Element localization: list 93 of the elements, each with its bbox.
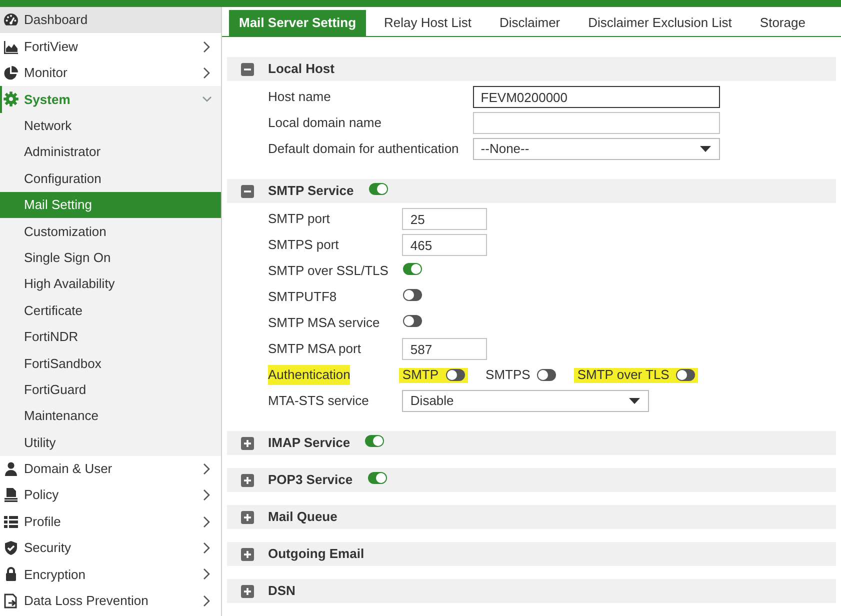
chevron-right-icon (203, 594, 210, 607)
sidebar-item[interactable]: Profile (0, 508, 221, 535)
option-label: SMTP (402, 366, 439, 384)
section-title: Local Host (268, 60, 334, 78)
toggle-switch[interactable] (368, 183, 388, 195)
field-label: SMTP over SSL/TLS (268, 262, 388, 280)
chevron-right-icon (203, 542, 210, 554)
field-label: MTA-STS service (268, 392, 369, 410)
tab[interactable]: Disclaimer (489, 10, 570, 36)
field-label: Authentication (268, 365, 350, 385)
field-label: SMTP port (268, 210, 330, 228)
sidebar-item[interactable]: Customization (0, 218, 221, 245)
person-icon (3, 460, 19, 477)
option-label: SMTP over TLS (577, 366, 670, 384)
chevron-right-icon (203, 462, 210, 475)
list-icon (3, 514, 19, 530)
caret-icon (700, 146, 711, 152)
sidebar-item[interactable]: Dashboard (0, 7, 221, 34)
gear-icon (3, 91, 19, 108)
section-title: POP3 Service (268, 471, 353, 490)
sidebar-item[interactable]: System (0, 86, 221, 113)
sidebar-item[interactable]: Security (0, 534, 221, 562)
section-title: IMAP Service (268, 434, 350, 452)
number-field[interactable]: 587 (402, 338, 488, 360)
field-label: SMTPS port (268, 236, 339, 254)
minus-icon[interactable] (241, 184, 254, 198)
dropdown[interactable]: Disable (402, 390, 650, 412)
tab[interactable]: Storage (750, 10, 816, 36)
plus-icon[interactable] (241, 584, 254, 598)
sidebar-item[interactable]: Single Sign On (0, 244, 221, 271)
document-arrow-icon (3, 592, 19, 609)
sidebar-item[interactable]: FortiGuard (0, 376, 221, 403)
toggle-switch[interactable] (403, 263, 422, 275)
sidebar-item[interactable]: Policy (0, 482, 221, 508)
section-title: SMTP Service (268, 182, 354, 200)
sidebar-item[interactable]: Data Loss Prevention (0, 588, 221, 614)
chevron-right-icon (203, 40, 210, 53)
sidebar-item[interactable]: Mail Setting (0, 192, 221, 218)
sidebar-item[interactable]: FortiSandbox (0, 350, 221, 376)
toggle-switch[interactable] (446, 369, 465, 381)
field-label: Default domain for authentication (268, 140, 459, 158)
plus-icon[interactable] (241, 436, 254, 450)
text-field[interactable]: FEVM0200000 (472, 86, 720, 108)
toggle-switch[interactable] (676, 369, 696, 381)
sidebar-item[interactable]: Encryption (0, 561, 221, 588)
chevron-down-icon (202, 96, 212, 102)
number-field[interactable]: 465 (402, 234, 488, 256)
tab[interactable]: Mail Server Setting (229, 10, 366, 36)
caret-icon (629, 398, 640, 404)
area-chart-icon (3, 38, 19, 55)
sidebar-item[interactable]: FortiView (0, 33, 221, 60)
minus-icon[interactable] (241, 62, 254, 76)
sidebar-item[interactable]: Monitor (0, 60, 221, 86)
dropdown[interactable]: --None-- (472, 138, 720, 160)
document-icon (3, 487, 19, 504)
sidebar-item[interactable]: Maintenance (0, 402, 221, 430)
sidebar-item[interactable]: Administrator (0, 138, 221, 166)
gauge-icon (3, 12, 19, 28)
text-field[interactable] (472, 112, 720, 134)
sidebar-item[interactable]: High Availability (0, 270, 221, 298)
toggle-switch[interactable] (368, 472, 387, 484)
plus-icon[interactable] (241, 474, 254, 486)
plus-icon[interactable] (241, 510, 254, 524)
field-label: Host name (268, 88, 331, 106)
field-label: SMTP MSA port (268, 340, 361, 358)
field-label: SMTP MSA service (268, 314, 380, 332)
plus-icon[interactable] (241, 548, 254, 560)
tab[interactable]: Relay Host List (374, 10, 482, 36)
chevron-right-icon (203, 66, 210, 79)
pie-chart-icon (3, 64, 19, 81)
section-title: Mail Queue (268, 508, 338, 526)
toggle-switch[interactable] (403, 289, 422, 301)
shield-check-icon (3, 540, 19, 556)
lock-icon (3, 566, 19, 582)
sidebar-item[interactable]: Domain & User (0, 456, 221, 482)
chevron-right-icon (203, 489, 210, 502)
toggle-switch[interactable] (537, 369, 556, 381)
toggle-switch[interactable] (403, 315, 422, 327)
option-label: SMTPS (486, 366, 530, 384)
field-label: Local domain name (268, 114, 382, 132)
sidebar-item[interactable]: FortiNDR (0, 324, 221, 350)
section-title: Outgoing Email (268, 545, 364, 564)
toggle-switch[interactable] (365, 435, 384, 447)
number-field[interactable]: 25 (402, 208, 488, 230)
chevron-right-icon (203, 568, 210, 580)
sidebar-item[interactable]: Network (0, 112, 221, 139)
sidebar-item[interactable]: Certificate (0, 297, 221, 324)
sidebar-item[interactable]: Utility (0, 429, 221, 456)
section-title: DSN (268, 582, 296, 600)
chevron-right-icon (203, 516, 210, 528)
sidebar-item[interactable]: Configuration (0, 165, 221, 192)
field-label: SMTPUTF8 (268, 288, 337, 306)
tab[interactable]: Disclaimer Exclusion List (578, 10, 742, 36)
